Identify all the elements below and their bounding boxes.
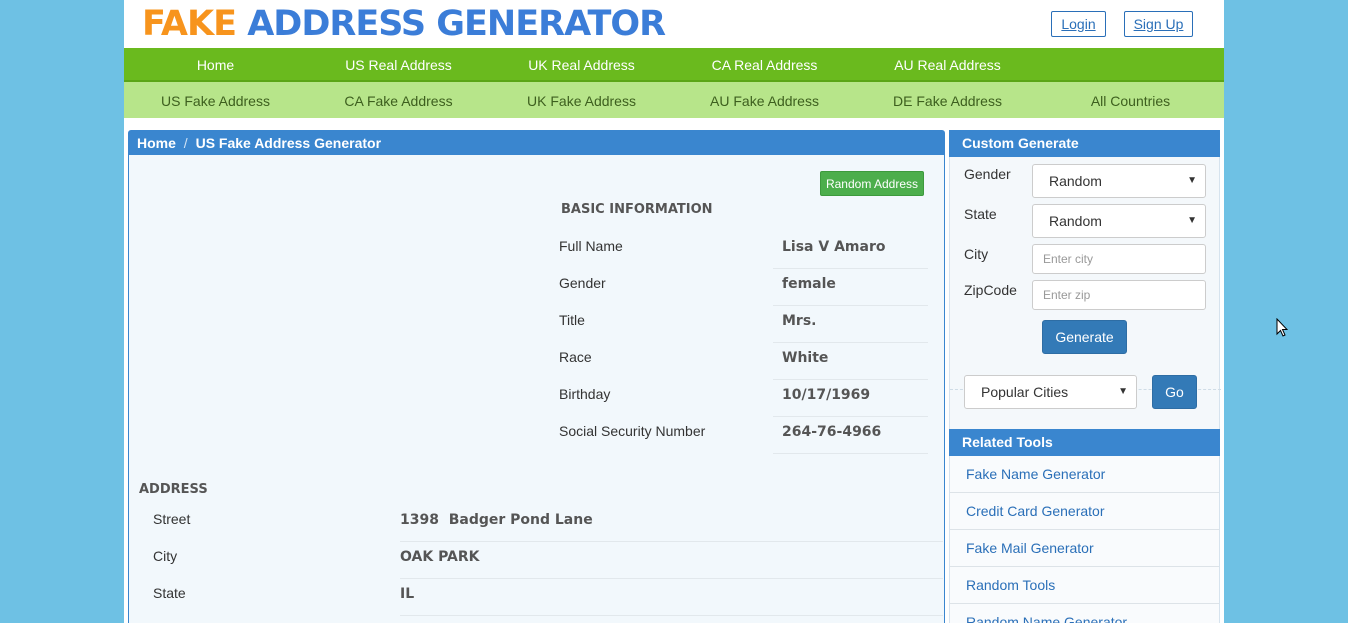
popular-cities-value: Popular Cities [981,384,1069,400]
login-button[interactable]: Login [1051,11,1106,37]
gender-label: Gender [964,166,1011,182]
nav-au-real-address[interactable]: AU Real Address [856,48,1039,82]
address-label: State [153,585,186,601]
chevron-down-icon: ▼ [1187,175,1197,186]
tool-fake-name-generator[interactable]: Fake Name Generator [950,456,1219,493]
nav-de-fake-address[interactable]: DE Fake Address [856,82,1039,120]
related-tools-heading: Related Tools [949,429,1220,456]
info-label: Title [559,312,585,328]
address-value: OAK PARK [400,542,943,579]
tool-random-tools[interactable]: Random Tools [950,567,1219,604]
nav-all-countries[interactable]: All Countries [1039,82,1222,120]
info-value: 264-76-4966 [773,417,928,454]
info-value: female [773,269,928,306]
chevron-down-icon: ▼ [1187,215,1197,226]
custom-generate-heading: Custom Generate [949,130,1220,157]
nav-uk-real-address[interactable]: UK Real Address [490,48,673,82]
info-row-full-name: Full Name Lisa V Amaro [559,232,929,269]
info-row-ssn: Social Security Number 264-76-4966 [559,417,929,454]
nav-au-fake-address[interactable]: AU Fake Address [673,82,856,120]
zipcode-input[interactable] [1032,280,1206,310]
info-label: Race [559,349,592,365]
gender-select-value: Random [1049,173,1102,189]
info-label: Gender [559,275,606,291]
address-value: IL [400,579,943,616]
tool-credit-card-generator[interactable]: Credit Card Generator [950,493,1219,530]
address-label: City [153,548,178,564]
main-panel: Home / US Fake Address Generator Random … [128,130,945,623]
address-heading: ADDRESS [139,482,208,497]
info-row-title: Title Mrs. [559,306,929,343]
info-label: Social Security Number [559,423,706,439]
nav-us-real-address[interactable]: US Real Address [307,48,490,82]
site-header: FAKE ADDRESS GENERATOR Login Sign Up [124,0,1224,48]
nav-ca-fake-address[interactable]: CA Fake Address [307,82,490,120]
chevron-down-icon: ▼ [1118,386,1128,397]
city-input[interactable] [1032,244,1206,274]
nav-home[interactable]: Home [124,48,307,82]
info-value: White [773,343,928,380]
primary-nav: Home US Real Address UK Real Address CA … [124,48,1224,82]
address-value: 1398 Badger Pond Lane [400,505,943,542]
state-select-value: Random [1049,213,1102,229]
mouse-cursor-icon [1276,318,1288,337]
basic-information-heading: BASIC INFORMATION [561,202,713,217]
generate-button[interactable]: Generate [1042,320,1127,354]
page-container: FAKE ADDRESS GENERATOR Login Sign Up Hom… [124,0,1224,623]
city-label: City [964,246,989,262]
breadcrumb: Home / US Fake Address Generator [129,131,944,155]
random-address-button[interactable]: Random Address [820,171,924,196]
info-value: 10/17/1969 [773,380,928,417]
logo-rest-text: ADDRESS GENERATOR [247,4,666,44]
site-logo[interactable]: FAKE ADDRESS GENERATOR [142,4,666,44]
info-value: Mrs. [773,306,928,343]
info-label: Full Name [559,238,623,254]
zipcode-label: ZipCode [964,282,1017,298]
nav-ca-real-address[interactable]: CA Real Address [673,48,856,82]
info-row-birthday: Birthday 10/17/1969 [559,380,929,417]
address-row-city: City OAK PARK [153,542,943,579]
address-label: Street [153,511,191,527]
tool-fake-mail-generator[interactable]: Fake Mail Generator [950,530,1219,567]
related-tools-list: Fake Name Generator Credit Card Generato… [949,456,1220,623]
logo-fake-text: FAKE [142,4,237,44]
address-row-street: Street 1398 Badger Pond Lane [153,505,943,542]
breadcrumb-current: US Fake Address Generator [195,135,382,151]
info-row-gender: Gender female [559,269,929,306]
info-label: Birthday [559,386,611,402]
gender-select[interactable]: Random ▼ [1032,164,1206,198]
tool-random-name-generator[interactable]: Random Name Generator [950,604,1219,623]
signup-button[interactable]: Sign Up [1124,11,1193,37]
breadcrumb-home[interactable]: Home [137,135,176,151]
nav-uk-fake-address[interactable]: UK Fake Address [490,82,673,120]
go-button[interactable]: Go [1152,375,1197,409]
sidebar: Custom Generate Gender Random ▼ State Ra… [949,130,1221,623]
address-row-state: State IL [153,579,943,616]
state-label: State [964,206,997,222]
info-row-race: Race White [559,343,929,380]
popular-cities-select[interactable]: Popular Cities ▼ [964,375,1137,409]
breadcrumb-separator: / [183,135,188,151]
secondary-nav: US Fake Address CA Fake Address UK Fake … [124,82,1224,118]
state-select[interactable]: Random ▼ [1032,204,1206,238]
custom-generate-form: Gender Random ▼ State Random ▼ City ZipC… [949,157,1221,429]
info-value: Lisa V Amaro [773,232,928,269]
nav-us-fake-address[interactable]: US Fake Address [124,82,307,120]
